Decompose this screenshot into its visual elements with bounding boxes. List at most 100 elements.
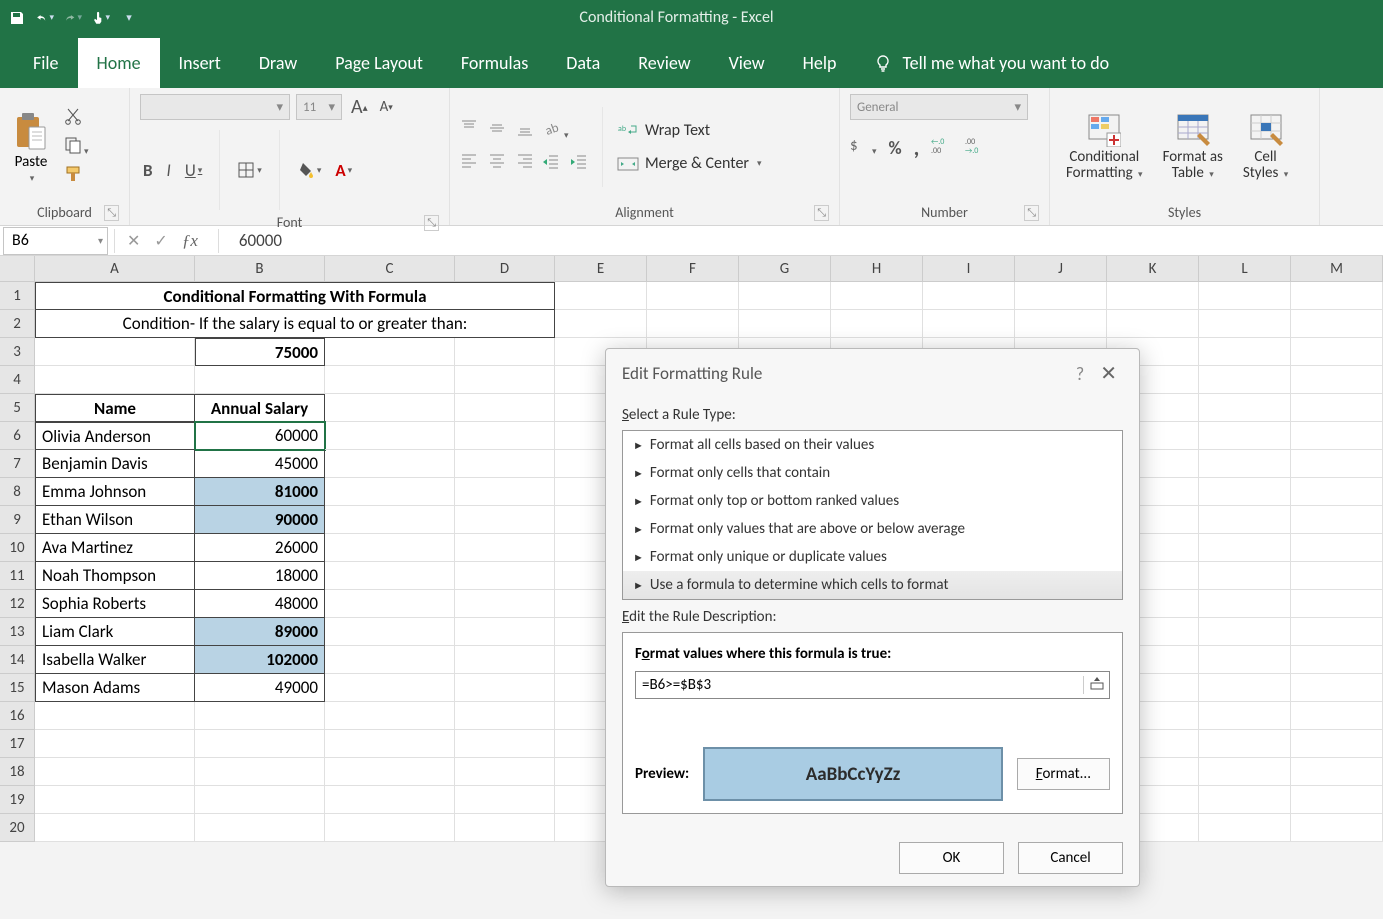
cell[interactable] — [1199, 618, 1291, 646]
decrease-decimal-icon[interactable]: .00→.0 — [965, 136, 987, 159]
cell[interactable]: Name — [35, 394, 195, 422]
cell[interactable] — [1291, 450, 1383, 478]
touch-mode-icon[interactable]: ▾ — [92, 9, 110, 27]
accounting-format-icon[interactable]: $▾ — [850, 136, 877, 159]
cell[interactable] — [325, 674, 455, 702]
number-launcher-icon[interactable]: ⤡ — [1024, 205, 1039, 221]
rule-type-item[interactable]: ►Use a formula to determine which cells … — [623, 571, 1122, 599]
font-size-combo[interactable]: 11▾ — [296, 94, 342, 120]
cell[interactable] — [35, 338, 195, 366]
decrease-indent-icon[interactable] — [542, 153, 560, 176]
cell[interactable] — [1199, 366, 1291, 394]
cell-styles-button[interactable]: CellStyles ▾ — [1237, 113, 1294, 182]
cell[interactable] — [647, 310, 739, 338]
rule-type-item[interactable]: ►Format only unique or duplicate values — [623, 543, 1122, 571]
cell[interactable] — [1015, 282, 1107, 310]
row-header[interactable]: 10 — [0, 534, 35, 562]
comma-style-icon[interactable]: , — [914, 134, 920, 161]
col-header[interactable]: F — [647, 256, 739, 281]
cell[interactable] — [325, 730, 455, 758]
cell[interactable] — [1199, 590, 1291, 618]
cell[interactable] — [555, 310, 647, 338]
col-header[interactable]: A — [35, 256, 195, 281]
cell[interactable] — [1291, 730, 1383, 758]
underline-button[interactable]: U▾ — [182, 160, 205, 181]
row-header[interactable]: 9 — [0, 506, 35, 534]
col-header[interactable]: E — [555, 256, 647, 281]
copy-icon[interactable]: ▾ — [64, 136, 89, 159]
cell[interactable] — [1291, 338, 1383, 366]
cancel-button[interactable]: Cancel — [1018, 842, 1123, 874]
cell[interactable] — [195, 730, 325, 758]
cell[interactable] — [35, 814, 195, 842]
col-header[interactable]: K — [1107, 256, 1199, 281]
cell[interactable]: Mason Adams — [35, 674, 195, 702]
tell-me[interactable]: Tell me what you want to do — [855, 38, 1128, 88]
cell[interactable] — [739, 282, 831, 310]
tab-help[interactable]: Help — [784, 38, 856, 88]
cell[interactable] — [455, 758, 555, 786]
cell[interactable] — [831, 282, 923, 310]
cell[interactable]: Conditional Formatting With Formula — [35, 282, 555, 310]
cell[interactable]: Liam Clark — [35, 618, 195, 646]
cell[interactable] — [923, 310, 1015, 338]
cell[interactable]: 60000 — [195, 422, 325, 450]
cell[interactable] — [1291, 590, 1383, 618]
cell[interactable] — [455, 450, 555, 478]
cell[interactable]: 26000 — [195, 534, 325, 562]
tab-data[interactable]: Data — [547, 38, 619, 88]
cell[interactable] — [1199, 450, 1291, 478]
align-left-icon[interactable] — [460, 152, 478, 175]
format-painter-icon[interactable] — [64, 165, 89, 188]
cell[interactable]: 90000 — [195, 506, 325, 534]
cell[interactable]: Isabella Walker — [35, 646, 195, 674]
format-as-table-button[interactable]: Format asTable ▾ — [1157, 113, 1229, 182]
tab-review[interactable]: Review — [619, 38, 709, 88]
formula-field[interactable] — [635, 671, 1110, 699]
cell[interactable] — [325, 590, 455, 618]
qat-customize-icon[interactable]: ▾ — [120, 9, 138, 27]
cell[interactable] — [195, 786, 325, 814]
cell[interactable] — [325, 450, 455, 478]
help-icon[interactable]: ? — [1066, 363, 1094, 385]
col-header[interactable]: J — [1015, 256, 1107, 281]
cell[interactable] — [455, 618, 555, 646]
col-header[interactable]: C — [325, 256, 455, 281]
row-header[interactable]: 17 — [0, 730, 35, 758]
cell[interactable]: Condition- If the salary is equal to or … — [35, 310, 555, 338]
row-header[interactable]: 19 — [0, 786, 35, 814]
row-header[interactable]: 6 — [0, 422, 35, 450]
col-header[interactable]: D — [455, 256, 555, 281]
cell[interactable] — [195, 366, 325, 394]
cell[interactable] — [1199, 310, 1291, 338]
row-header[interactable]: 20 — [0, 814, 35, 842]
rule-type-item[interactable]: ►Format only values that are above or be… — [623, 515, 1122, 543]
percent-icon[interactable]: % — [889, 137, 902, 159]
col-header[interactable]: I — [923, 256, 1015, 281]
align-center-icon[interactable] — [488, 152, 506, 175]
format-button[interactable]: Format... — [1017, 758, 1110, 790]
cell[interactable] — [739, 310, 831, 338]
cell[interactable]: 45000 — [195, 450, 325, 478]
cell[interactable] — [1291, 394, 1383, 422]
align-bottom-icon[interactable] — [516, 119, 534, 142]
rule-type-item[interactable]: ►Format only cells that contain — [623, 459, 1122, 487]
row-header[interactable]: 8 — [0, 478, 35, 506]
row-header[interactable]: 2 — [0, 310, 35, 338]
align-top-icon[interactable] — [460, 119, 478, 142]
cell[interactable] — [1199, 646, 1291, 674]
rule-type-item[interactable]: ►Format only top or bottom ranked values — [623, 487, 1122, 515]
borders-icon[interactable]: ▾ — [234, 161, 265, 179]
cell[interactable] — [455, 478, 555, 506]
cell[interactable]: 81000 — [195, 478, 325, 506]
cell[interactable] — [455, 590, 555, 618]
cell[interactable] — [1199, 422, 1291, 450]
undo-icon[interactable]: ▾ — [36, 9, 54, 27]
cell[interactable] — [1199, 814, 1291, 842]
cell[interactable] — [195, 814, 325, 842]
cell[interactable] — [1199, 534, 1291, 562]
cell[interactable] — [455, 646, 555, 674]
cell[interactable] — [1199, 786, 1291, 814]
cell[interactable] — [1015, 310, 1107, 338]
align-middle-icon[interactable] — [488, 119, 506, 142]
